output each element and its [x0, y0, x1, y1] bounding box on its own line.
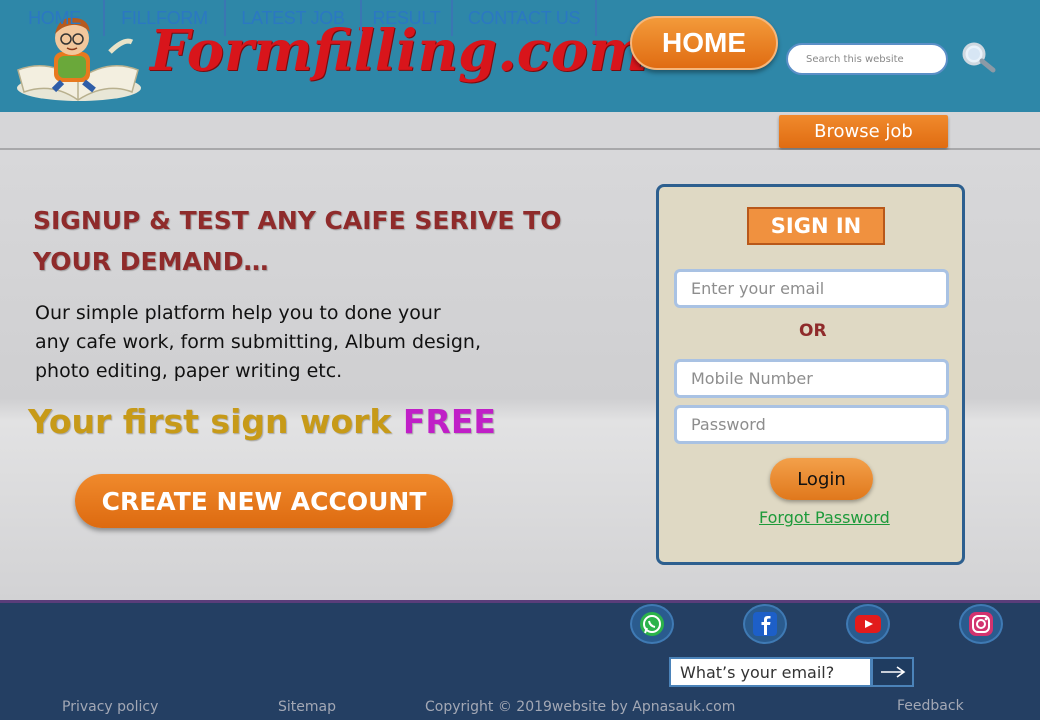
forgot-password-link[interactable]: Forgot Password	[759, 508, 890, 527]
free-offer-prefix: Your first sign work	[28, 402, 403, 441]
home-button[interactable]: HOME	[630, 16, 778, 70]
magnifier-icon[interactable]	[958, 40, 998, 74]
nav-item-home[interactable]: HOME	[6, 0, 105, 36]
create-account-button[interactable]: CREATE NEW ACCOUNT	[75, 474, 453, 528]
feedback-link[interactable]: Feedback	[897, 698, 964, 714]
login-button[interactable]: Login	[770, 458, 873, 500]
nav-item-result[interactable]: RESULT	[362, 0, 453, 36]
hero-headline: SIGNUP & TEST ANY CAIFE SERIVE TO YOUR D…	[33, 206, 562, 276]
nav-item-latest-job[interactable]: LATEST JOB	[226, 0, 362, 36]
nav-item-fillform[interactable]: FILLFORM	[105, 0, 226, 36]
newsletter-email-input[interactable]	[669, 657, 872, 687]
privacy-policy-link[interactable]: Privacy policy	[62, 699, 158, 715]
signin-title: SIGN IN	[747, 207, 885, 245]
email-field[interactable]	[674, 269, 949, 308]
mobile-number-field[interactable]	[674, 359, 949, 398]
free-offer-word: FREE	[402, 402, 496, 441]
copyright-text: Copyright © 2019website by Apnasauk.com	[425, 699, 736, 715]
newsletter-submit-button[interactable]	[871, 657, 914, 687]
whatsapp-icon[interactable]	[630, 604, 674, 644]
hero-description: Our simple platform help you to done you…	[35, 302, 482, 382]
arrow-right-icon	[880, 666, 905, 678]
youtube-icon[interactable]	[846, 604, 890, 644]
free-offer-text: Your first sign work FREE	[28, 402, 496, 441]
password-field[interactable]	[674, 405, 949, 444]
nav-item-contact-us[interactable]: CONTACT US	[453, 0, 597, 36]
browse-job-button[interactable]: Browse job	[779, 115, 948, 148]
or-separator: OR	[799, 321, 827, 341]
instagram-icon[interactable]	[959, 604, 1003, 644]
sitemap-link[interactable]: Sitemap	[278, 699, 336, 715]
facebook-icon[interactable]	[743, 604, 787, 644]
search-input[interactable]	[786, 43, 948, 75]
